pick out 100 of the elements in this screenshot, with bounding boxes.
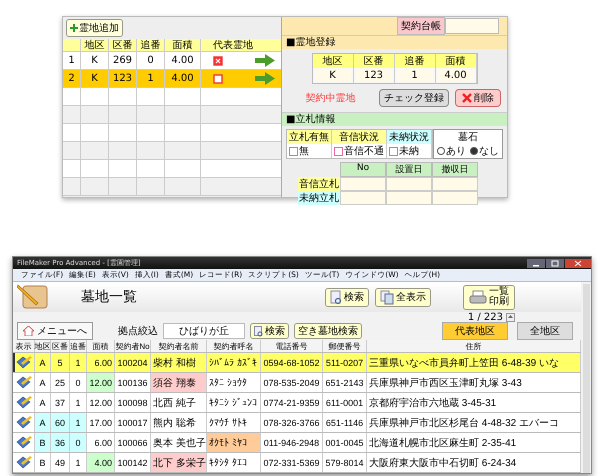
scrollbar[interactable] bbox=[583, 284, 590, 473]
document-pencil-icon[interactable] bbox=[16, 456, 32, 469]
table-cell: A bbox=[35, 373, 51, 392]
table-cell: 17.00 bbox=[87, 413, 115, 432]
checkbox-option[interactable]: 無 bbox=[287, 144, 331, 158]
column-header: No bbox=[340, 162, 386, 177]
documents-icon bbox=[380, 290, 394, 304]
lot-row[interactable]: 2 K 123 1 4.00 bbox=[63, 70, 281, 88]
column-header: 面積 bbox=[165, 39, 201, 51]
group-label: 墓石 bbox=[458, 130, 478, 144]
radio-option[interactable]: なし bbox=[470, 144, 499, 158]
table-cell: ｸﾏｳﾁ ｻﾄｷ bbox=[207, 413, 261, 432]
column-header: 代表霊地 bbox=[212, 39, 254, 51]
district-tab[interactable]: 代表地区 bbox=[442, 322, 508, 340]
filter-field[interactable]: ひばりが丘 bbox=[163, 323, 245, 339]
column-header: 表示 bbox=[13, 340, 35, 352]
add-lot-button[interactable]: 霊地追加 bbox=[66, 19, 123, 37]
column-header: 区番 bbox=[109, 39, 137, 51]
table-cell: 651-1146 bbox=[323, 413, 367, 432]
table-cell: 北海道札幌市北区麻生町 2-35-41 bbox=[367, 433, 581, 452]
table-cell: 12.00 bbox=[87, 373, 115, 392]
record-row[interactable]: B 36 0 6.00 100066 奥本 美也子 ｵｸﾓﾄ ﾐﾔｺ 011-946-2948 001-0045 北海道札幌市北区麻生町 2-35-41 bbox=[13, 433, 581, 453]
table-cell: B bbox=[35, 453, 51, 472]
arrow-icon[interactable] bbox=[255, 72, 275, 85]
column-header: 追番 bbox=[70, 340, 87, 352]
table-cell: 25 bbox=[51, 373, 70, 392]
delete-button[interactable]: 削除 bbox=[455, 89, 501, 107]
checkbox[interactable] bbox=[213, 74, 223, 84]
checkbox[interactable] bbox=[213, 56, 223, 66]
arrow-icon[interactable] bbox=[255, 54, 275, 67]
checkbox-option[interactable]: 未納 bbox=[387, 144, 431, 158]
close-icon[interactable] bbox=[565, 258, 591, 268]
lot-row[interactable]: 1 K 269 0 4.00 bbox=[63, 52, 281, 70]
table-cell: 北下 多栄子 bbox=[151, 453, 207, 472]
input-field[interactable] bbox=[386, 191, 432, 205]
value-field[interactable]: 123 bbox=[356, 70, 392, 81]
value-field[interactable]: 1 bbox=[396, 70, 432, 81]
home-icon bbox=[23, 326, 34, 336]
document-pencil-icon[interactable] bbox=[16, 416, 32, 429]
table-cell: 1 bbox=[137, 70, 165, 87]
check-register-button[interactable]: チェック登録 bbox=[379, 89, 449, 107]
input-field[interactable] bbox=[340, 177, 386, 191]
column-header: 面積 bbox=[87, 340, 115, 352]
table-cell: 1 bbox=[70, 413, 87, 432]
sort-icon[interactable] bbox=[506, 312, 515, 322]
table-cell: 0594-68-1052 bbox=[261, 353, 323, 372]
table-cell: ｷﾀｼﾀ ﾀｴｺ bbox=[207, 453, 261, 472]
table-cell: 072-331-5369 bbox=[261, 453, 323, 472]
document-pencil-icon[interactable] bbox=[16, 376, 32, 389]
input-field[interactable] bbox=[432, 177, 478, 191]
column-header: 契約者No bbox=[115, 340, 151, 352]
column-header: 立札有無 bbox=[287, 130, 331, 144]
table-cell: 京都府宇治市六地蔵 3-45-31 bbox=[367, 393, 581, 412]
table-cell: 60 bbox=[51, 413, 70, 432]
table-cell: 6.00 bbox=[87, 353, 115, 372]
table-cell: 4.00 bbox=[87, 453, 115, 472]
table-cell: 100098 bbox=[115, 393, 151, 412]
contract-field[interactable] bbox=[445, 18, 499, 34]
column-header: 撤収日 bbox=[432, 162, 478, 177]
table-cell: 三重県いなべ市員弁町上笠田 6-48-39 いな bbox=[367, 353, 581, 372]
show-all-button[interactable]: 全表示 bbox=[375, 288, 431, 306]
column-header: 地区 bbox=[312, 54, 352, 68]
record-row[interactable]: A 60 1 17.00 100017 熊内 聡希 ｸﾏｳﾁ ｻﾄｷ 078-326-3766 651-1146 兵庫県神戸市北区杉尾台 4-48-32 エバーコ bbox=[13, 413, 581, 433]
record-row[interactable]: A 25 0 12.00 100136 須谷 翔泰 ｽﾀﾆ ｼｮｳﾀ 078-535-2049 651-2143 兵庫県神戸市西区玉津町丸塚 3-43 bbox=[13, 373, 581, 393]
table-cell: 熊内 聡希 bbox=[151, 413, 207, 432]
table-cell: 100017 bbox=[115, 413, 151, 432]
record-row[interactable]: A 37 1 12.00 100098 北西 純子 ｷﾀﾆｼ ｼﾞｭﾝｺ 0774-21-9359 611-0001 京都府宇治市六地蔵 3-45-31 bbox=[13, 393, 581, 413]
column-header: 区番 bbox=[51, 340, 70, 352]
input-field[interactable] bbox=[432, 191, 478, 205]
column-header: 地区 bbox=[81, 39, 109, 51]
record-row[interactable]: A 5 1 6.00 100204 柴村 和樹 ｼﾊﾞﾑﾗ ｶｽﾞｷ 0594-68-1052 511-0207 三重県いなべ市員弁町上笠田 6-48-39 いな bbox=[13, 353, 581, 373]
column-header: 未納状況 bbox=[387, 130, 431, 144]
radio-option[interactable]: あり bbox=[437, 144, 466, 158]
print-button[interactable]: 一覧 印刷 bbox=[463, 284, 515, 310]
value-field[interactable]: K bbox=[314, 70, 350, 81]
document-pencil-icon[interactable] bbox=[16, 356, 32, 369]
search-button[interactable]: 検索 bbox=[325, 288, 369, 306]
menu-button[interactable]: メニューへ bbox=[17, 322, 93, 340]
document-search-icon bbox=[254, 326, 263, 336]
input-field[interactable] bbox=[386, 177, 432, 191]
table-cell: 651-2143 bbox=[323, 373, 367, 392]
minimize-icon[interactable] bbox=[527, 258, 545, 268]
input-field[interactable] bbox=[340, 191, 386, 205]
column-header: 地区 bbox=[35, 340, 51, 352]
table-cell: 0774-21-9359 bbox=[261, 393, 323, 412]
checkbox-option[interactable]: 音信不通 bbox=[332, 144, 386, 158]
value-field[interactable]: 4.00 bbox=[438, 70, 474, 81]
search-button[interactable]: 検索 bbox=[250, 323, 289, 339]
column-header: 契約者名前 bbox=[151, 340, 207, 352]
record-row[interactable]: B 49 1 4.00 100142 北下 多栄子 ｷﾀｼﾀ ﾀｴｺ 072-331-5369 579-8014 大阪府東大阪市中石切町 6-24-34 bbox=[13, 453, 581, 473]
vacant-search-button[interactable]: 空き墓地検索 bbox=[294, 323, 362, 339]
table-cell: ｷﾀﾆｼ ｼﾞｭﾝｺ bbox=[207, 393, 261, 412]
table-cell: 511-0207 bbox=[323, 353, 367, 372]
document-pencil-icon[interactable] bbox=[16, 436, 32, 449]
table-cell: A bbox=[35, 413, 51, 432]
table-cell: K bbox=[81, 52, 109, 69]
table-cell: 1 bbox=[70, 353, 87, 372]
district-tab[interactable]: 全地区 bbox=[517, 322, 573, 340]
maximize-icon[interactable] bbox=[546, 258, 564, 268]
document-pencil-icon[interactable] bbox=[16, 396, 32, 409]
